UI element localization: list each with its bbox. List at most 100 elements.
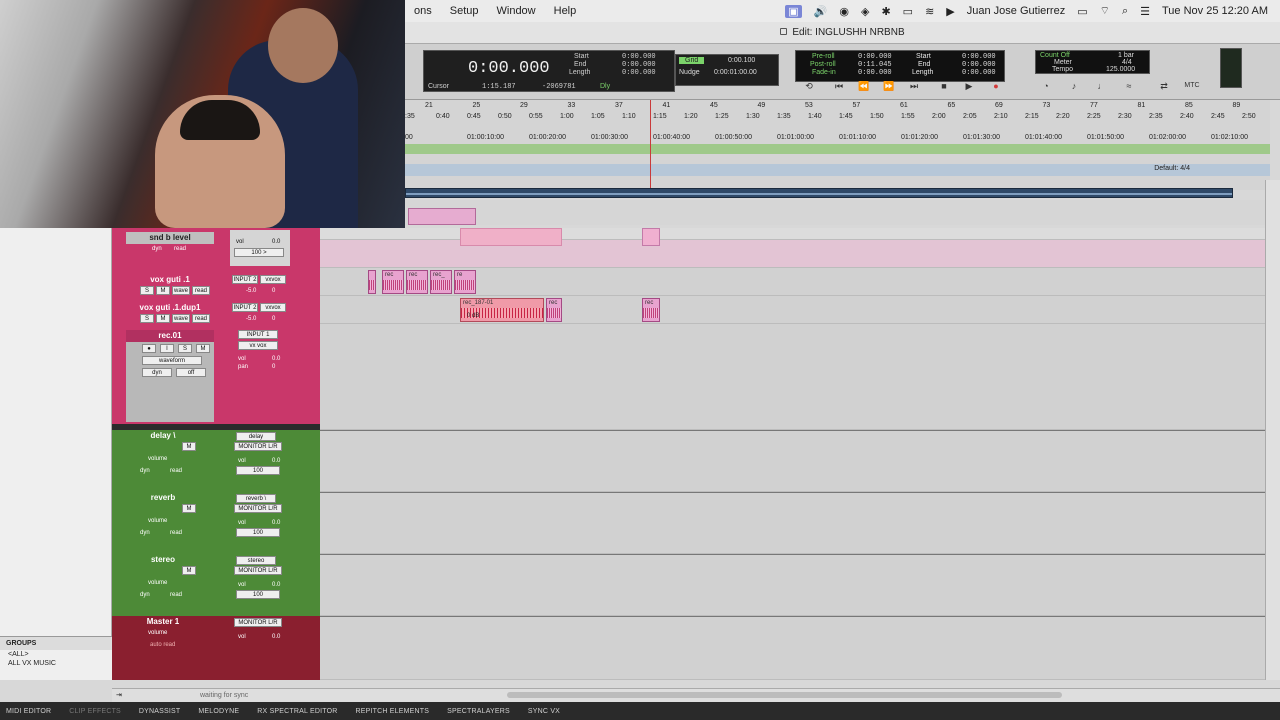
main-counter[interactable]: 0:00.000: [468, 59, 550, 78]
output-selector[interactable]: vxvox: [260, 275, 286, 284]
play-button[interactable]: ▶: [960, 80, 978, 92]
mute-button[interactable]: M: [156, 286, 170, 295]
lane-reverb[interactable]: [320, 492, 1265, 554]
record-icon[interactable]: ◉: [839, 5, 849, 18]
meter-value[interactable]: 4/4: [1122, 59, 1132, 66]
tempo-value[interactable]: 125.0000: [1106, 66, 1135, 73]
end-value[interactable]: 0:00.000: [622, 61, 656, 69]
record-enable-button[interactable]: ●: [142, 344, 156, 353]
postroll-label[interactable]: Post-roll: [810, 61, 836, 68]
volume-view[interactable]: volume: [148, 456, 167, 462]
pan-value[interactable]: 0: [272, 364, 275, 370]
nudge-label[interactable]: Nudge: [679, 69, 700, 76]
input-selector[interactable]: INPUT 2: [232, 303, 258, 312]
pan-value[interactable]: 100: [236, 528, 280, 537]
stop-button[interactable]: ■: [935, 80, 953, 92]
track-name[interactable]: rec.01: [126, 330, 214, 342]
track-name-field[interactable]: vox guti .1.dup1: [126, 302, 214, 314]
bluetooth-icon[interactable]: ✱: [881, 5, 890, 18]
dyn-label[interactable]: dyn: [152, 246, 162, 252]
nudge-value[interactable]: 0:00:01:00.00: [714, 69, 757, 76]
dock-sync-vx[interactable]: SYNC VX: [528, 708, 560, 715]
clip-vox1-b[interactable]: rec: [382, 270, 404, 294]
vol-value[interactable]: 0.0: [272, 356, 280, 362]
lane-rec-01[interactable]: [320, 324, 1265, 430]
input-selector[interactable]: INPUT 1: [238, 330, 278, 339]
mute-button[interactable]: M: [182, 504, 196, 513]
output-selector[interactable]: MONITOR L/R: [234, 442, 282, 451]
fadein-value[interactable]: 0:00.000: [858, 69, 892, 77]
datetime[interactable]: Tue Nov 25 12:20 AM: [1162, 5, 1268, 17]
mute-button[interactable]: M: [196, 344, 210, 353]
dock-melodyne[interactable]: MELODYNE: [198, 708, 239, 715]
pan-value[interactable]: 100: [236, 590, 280, 599]
user-name[interactable]: Juan Jose Gutierrez: [967, 5, 1065, 17]
vol-value[interactable]: -5.0: [246, 316, 256, 322]
clip-dup1-c[interactable]: rec: [642, 298, 660, 322]
preroll-label[interactable]: Pre-roll: [812, 53, 835, 60]
search-icon[interactable]: ⌕: [1122, 5, 1128, 18]
group-item-vx-music[interactable]: ALL VX MUSIC: [0, 659, 112, 668]
read-label[interactable]: read: [170, 592, 182, 598]
status-toggle-icon[interactable]: ⇥: [116, 691, 122, 699]
clip-dup1-b[interactable]: rec: [546, 298, 562, 322]
vol-value[interactable]: 0.0: [272, 520, 280, 526]
length-value[interactable]: 0:00.000: [622, 69, 656, 77]
vol-value[interactable]: 0.0: [272, 458, 280, 464]
tempo-edit-icon[interactable]: ≈: [1120, 80, 1138, 92]
grid-value[interactable]: 0:00.100: [728, 57, 755, 64]
bars-ruler[interactable]: 21 25 29 33 37 41 45 49 53 57 61 65 69 73 77 81 85 89: [405, 102, 1270, 112]
metronome-icon[interactable]: ◔: [1037, 80, 1055, 92]
volume-view[interactable]: volume: [148, 630, 167, 636]
meter-ruler[interactable]: Default: 4/4: [405, 164, 1270, 176]
read-label[interactable]: read: [174, 246, 186, 252]
pb-start-value[interactable]: 0:00.000: [962, 53, 996, 61]
track-name[interactable]: delay \: [126, 430, 200, 442]
record-button[interactable]: ●: [987, 80, 1005, 92]
display-icon[interactable]: ▭: [903, 5, 913, 18]
edit-timeline[interactable]: rec rec rec_ re rec_187-01 0 dB rec rec: [320, 228, 1265, 680]
shield-icon[interactable]: ◈: [861, 5, 869, 18]
output-selector[interactable]: vx vox: [238, 341, 278, 350]
input-selector[interactable]: reverb \: [236, 494, 276, 503]
volume-icon[interactable]: 🔊: [814, 5, 828, 18]
clip-gain[interactable]: 0 dB: [467, 313, 479, 319]
output-selector[interactable]: MONITOR L/R: [234, 618, 282, 627]
start-value[interactable]: 0:00.000: [622, 53, 656, 61]
volume-view[interactable]: volume: [148, 580, 167, 586]
clip-snd-b-small[interactable]: [642, 228, 660, 246]
countoff-value[interactable]: 1 bar: [1118, 52, 1134, 59]
read-label[interactable]: read: [170, 530, 182, 536]
automation-read[interactable]: read: [192, 286, 210, 295]
timecode-ruler[interactable]: 00 01:00:10:00 01:00:20:00 01:00:30:00 01:00…: [405, 134, 1270, 144]
input-monitor-button[interactable]: I: [160, 344, 174, 353]
battery-icon[interactable]: ▭: [1077, 5, 1087, 18]
mtc-icon[interactable]: MTC: [1180, 80, 1204, 92]
mute-button[interactable]: M: [182, 442, 196, 451]
dyn-selector[interactable]: dyn: [142, 368, 172, 377]
fast-forward-button[interactable]: ⏩: [880, 80, 898, 92]
vol-value[interactable]: 0.0: [272, 634, 280, 640]
postroll-value[interactable]: 0:11.045: [858, 61, 892, 69]
midi-merge-icon[interactable]: ♪: [1065, 80, 1083, 92]
track-name[interactable]: stereo: [126, 554, 200, 566]
clip-snd-b[interactable]: [460, 228, 562, 246]
vol-value[interactable]: 0.0: [272, 582, 280, 588]
pan-value[interactable]: 0: [272, 288, 275, 294]
automation-off[interactable]: off: [176, 368, 206, 377]
pb-end-value[interactable]: 0:00.000: [962, 61, 996, 69]
preroll-value[interactable]: 0:00.000: [858, 53, 892, 61]
top-clip-group[interactable]: [408, 208, 476, 225]
return-to-zero-button[interactable]: ⏮: [830, 80, 848, 92]
clip-vox1-c[interactable]: rec: [406, 270, 428, 294]
track-name[interactable]: reverb: [126, 492, 200, 504]
pb-length-value[interactable]: 0:00.000: [962, 69, 996, 77]
clip-vox1-a[interactable]: [368, 270, 376, 294]
mute-button[interactable]: M: [156, 314, 170, 323]
input-selector[interactable]: stereo: [236, 556, 276, 565]
clip-rec-187-01[interactable]: rec_187-01 0 dB: [460, 298, 544, 322]
automation-read[interactable]: read: [192, 314, 210, 323]
vol-value[interactable]: 0.0: [272, 239, 280, 245]
view-wave[interactable]: wave: [172, 286, 190, 295]
control-center-icon[interactable]: ☰: [1140, 5, 1150, 18]
